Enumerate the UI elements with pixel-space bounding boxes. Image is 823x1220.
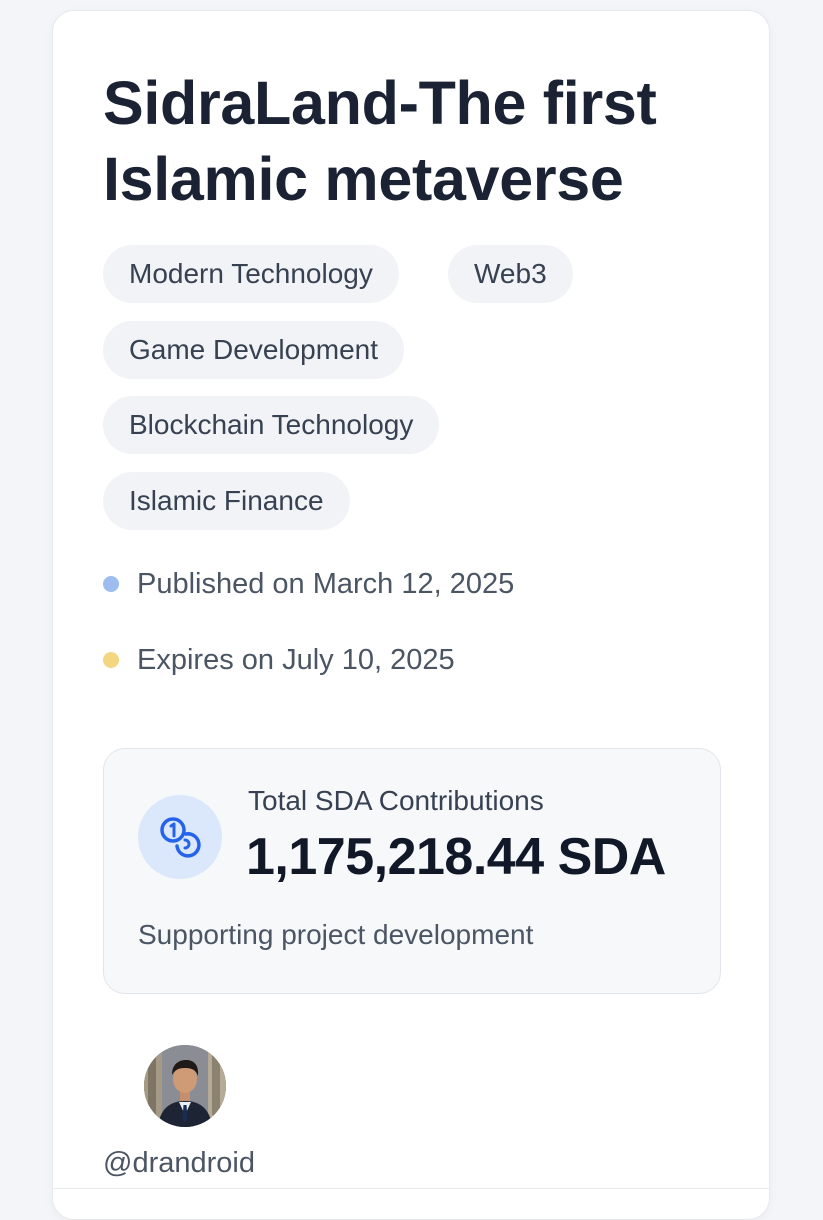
contributions-label: Total SDA Contributions	[248, 785, 544, 816]
expires-date: Expires on July 10, 2025	[137, 644, 455, 676]
tag-web3[interactable]: Web3	[448, 245, 573, 303]
tag-blockchain-technology[interactable]: Blockchain Technology	[103, 396, 440, 454]
project-title: SidraLand-The first Islamic metaverse	[103, 69, 657, 213]
contributions-box: Total SDA Contributions 1,175,218.44 SDA…	[103, 748, 721, 994]
project-card: SidraLand-The first Islamic metaverse Mo…	[52, 10, 770, 1220]
contributions-value: 1,175,218.44 SDA	[246, 828, 666, 886]
tag-modern-technology[interactable]: Modern Technology	[103, 245, 399, 303]
tag-islamic-finance[interactable]: Islamic Finance	[103, 472, 350, 530]
published-date: Published on March 12, 2025	[137, 568, 515, 600]
contributions-subtitle: Supporting project development	[138, 919, 534, 950]
tag-game-development[interactable]: Game Development	[103, 321, 405, 379]
published-dot-icon	[103, 576, 119, 592]
author-avatar[interactable]	[144, 1045, 226, 1127]
author-handle[interactable]: @drandroid	[103, 1147, 255, 1180]
divider	[53, 1188, 769, 1189]
expires-dot-icon	[103, 652, 119, 668]
coins-icon	[138, 795, 222, 879]
